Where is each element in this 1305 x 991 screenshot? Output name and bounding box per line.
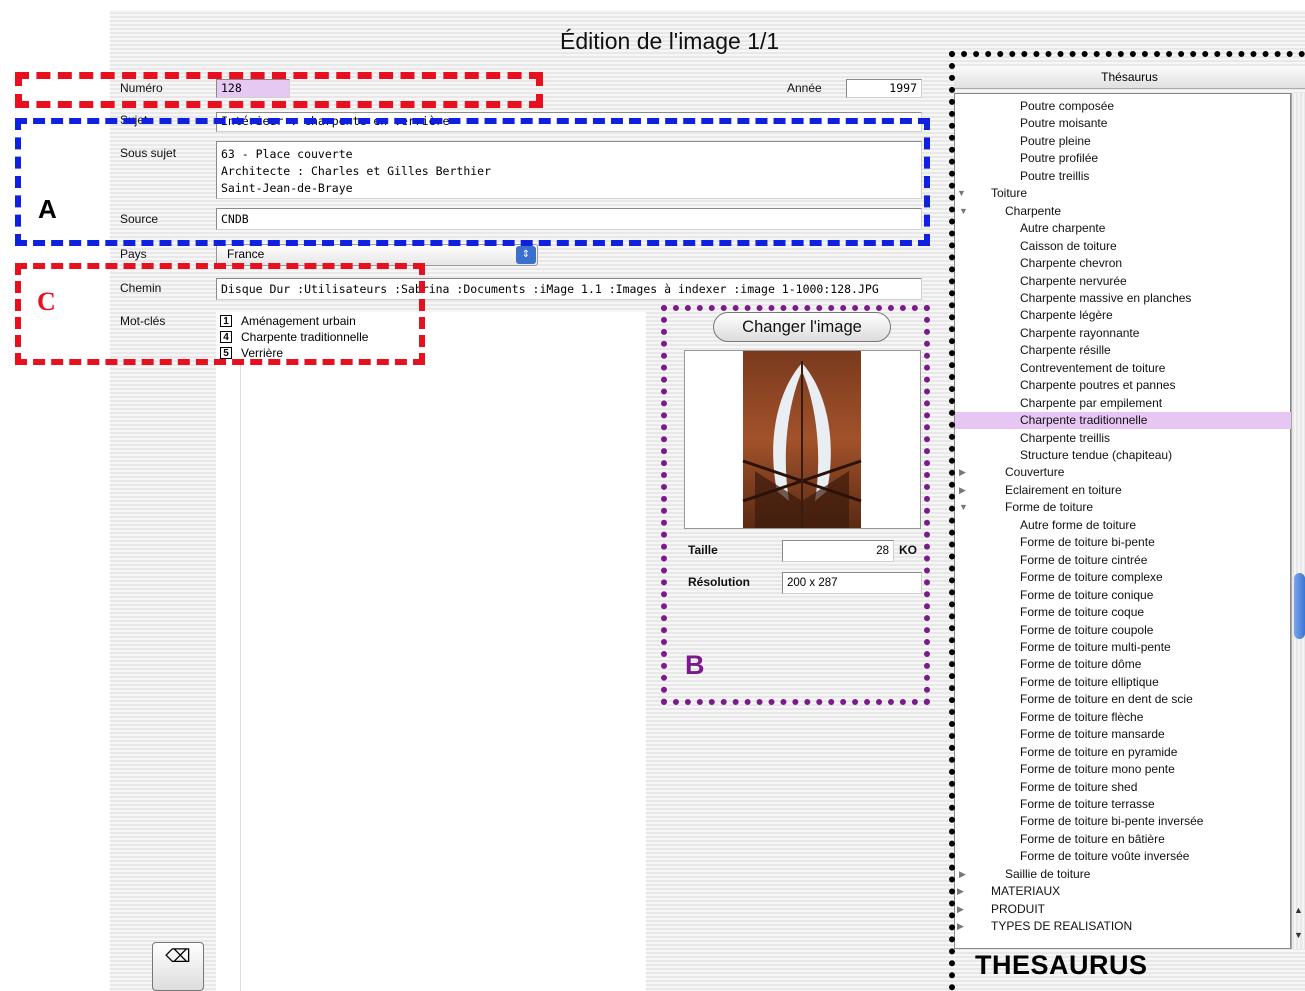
keyword-list-divider: [240, 362, 241, 991]
annotation-blue-box: [15, 118, 930, 246]
trash-button[interactable]: ⌫: [152, 942, 204, 991]
annotation-label-c: C: [37, 287, 56, 316]
window-title: Édition de l'image 1/1: [560, 28, 780, 54]
annotation-red-box-c: [15, 263, 425, 365]
annotation-label-a: A: [38, 194, 57, 224]
pays-label: Pays: [120, 247, 147, 261]
select-arrows-icon[interactable]: ⇕: [516, 246, 536, 264]
annotation-red-box-top: [15, 72, 543, 108]
annotation-label-b: B: [685, 650, 705, 680]
annotation-purple-box: [661, 305, 930, 705]
keyword-list[interactable]: [216, 312, 646, 991]
pays-value: France: [227, 247, 265, 261]
trash-icon: ⌫: [165, 946, 191, 966]
annee-field[interactable]: 1997: [846, 79, 922, 98]
annotation-black-box: [949, 51, 1305, 991]
annee-label: Année: [787, 81, 822, 95]
